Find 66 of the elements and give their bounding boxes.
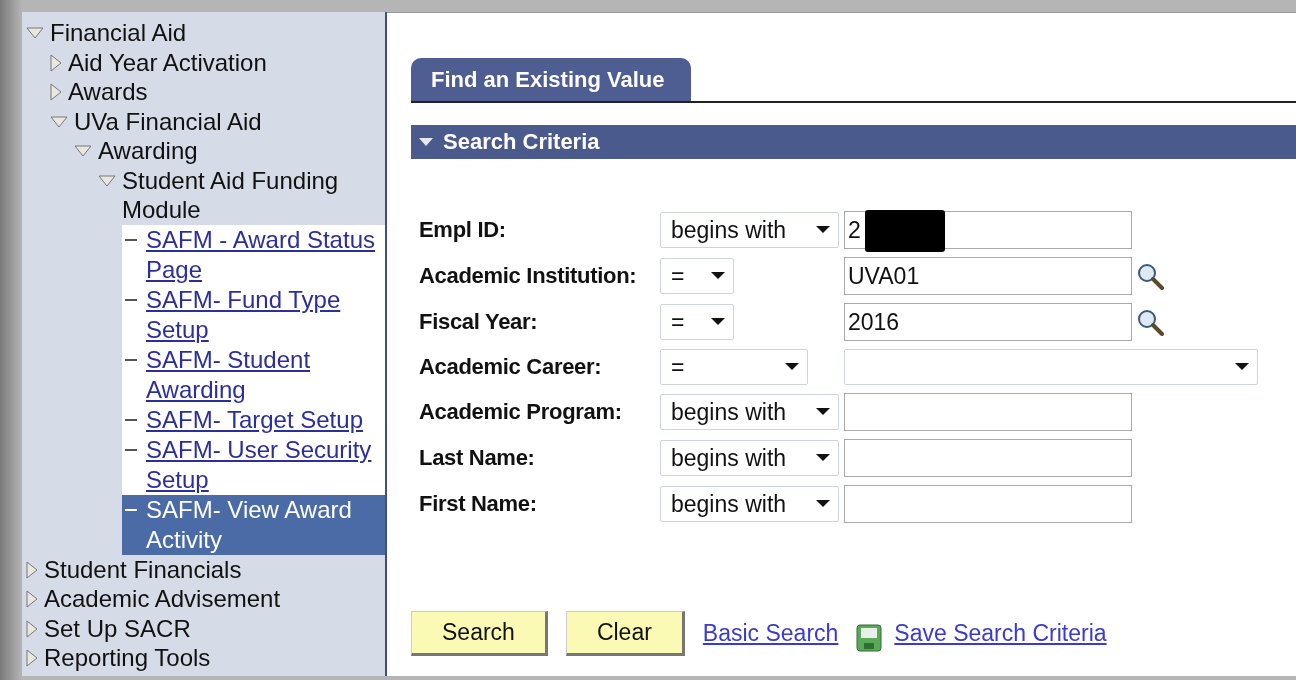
caret-icon xyxy=(816,226,830,234)
field-label: Academic Career: xyxy=(418,354,603,380)
section-title: Search Criteria xyxy=(443,129,600,155)
save-icon[interactable] xyxy=(856,623,883,652)
expanded-triangle-icon[interactable] xyxy=(98,174,116,187)
field-label: Academic Program: xyxy=(418,399,623,425)
operator-select[interactable]: begins with xyxy=(660,486,839,522)
tree-item[interactable]: Set Up SACR xyxy=(44,613,191,643)
operator-select[interactable]: = xyxy=(660,349,808,385)
expanded-triangle-icon[interactable] xyxy=(74,145,92,157)
tree-item[interactable]: Academic Advisement xyxy=(44,584,281,614)
expanded-triangle-icon[interactable] xyxy=(26,27,44,39)
nav-link[interactable]: SAFM- Target Setup xyxy=(146,404,363,435)
search-icon[interactable] xyxy=(1136,262,1164,290)
action-button[interactable]: Clear xyxy=(565,611,685,656)
caret-icon xyxy=(785,363,799,371)
tree-item[interactable]: Awarding xyxy=(98,136,198,166)
tree-item[interactable]: Student Aid Funding Module xyxy=(122,165,385,225)
input-field[interactable]: 2016 xyxy=(844,303,1132,341)
input-field[interactable]: UVA01 xyxy=(844,257,1132,295)
caret-icon xyxy=(816,500,830,508)
nav-link-row[interactable]: SAFM- Target Setup xyxy=(122,404,385,435)
field-label: Fiscal Year: xyxy=(418,309,539,335)
tree-item[interactable]: UVa Financial Aid xyxy=(74,106,262,136)
dash-icon xyxy=(125,448,137,451)
field-label: Empl ID: xyxy=(418,217,507,243)
caret-icon xyxy=(816,454,830,462)
operator-select[interactable]: = xyxy=(660,304,734,340)
caret-icon xyxy=(816,408,830,416)
search-link[interactable]: Save Search Criteria xyxy=(894,620,1107,647)
operator-select[interactable]: begins with xyxy=(660,212,839,248)
input-field[interactable] xyxy=(844,439,1132,477)
collapsed-triangle-icon[interactable] xyxy=(26,590,38,608)
tree-item[interactable]: Student Financials xyxy=(44,554,242,584)
field-label: Academic Institution: xyxy=(418,263,638,289)
collapsed-triangle-icon[interactable] xyxy=(50,83,62,101)
caret-icon xyxy=(711,272,725,280)
tree-item[interactable]: Financial Aid xyxy=(50,18,187,48)
search-link[interactable]: Basic Search xyxy=(702,620,839,647)
tree-item[interactable]: Reporting Tools xyxy=(44,643,211,673)
dash-icon xyxy=(125,298,137,301)
action-button[interactable]: Search xyxy=(411,611,548,656)
search-icon[interactable] xyxy=(1136,308,1164,336)
input-field[interactable] xyxy=(844,393,1132,431)
input-field[interactable] xyxy=(844,485,1132,523)
tree-item[interactable]: Aid Year Activation xyxy=(68,47,267,77)
field-label: Last Name: xyxy=(418,445,536,471)
dash-icon xyxy=(125,418,137,421)
caret-icon xyxy=(1235,363,1249,371)
field-label: First Name: xyxy=(418,491,538,517)
caret-icon xyxy=(711,318,725,326)
collapsed-triangle-icon[interactable] xyxy=(26,560,38,579)
tree-item[interactable]: Awards xyxy=(68,77,148,107)
operator-select[interactable]: = xyxy=(660,258,734,294)
operator-select[interactable]: begins with xyxy=(660,440,839,476)
collapsed-triangle-icon[interactable] xyxy=(50,53,62,72)
collapsed-triangle-icon[interactable] xyxy=(26,649,38,667)
operator-select[interactable]: begins with xyxy=(660,394,839,430)
tab[interactable]: Find an Existing Value xyxy=(411,58,691,101)
collapse-triangle-icon[interactable] xyxy=(419,137,433,147)
dash-icon xyxy=(125,238,137,241)
collapsed-triangle-icon[interactable] xyxy=(26,619,38,638)
input-field[interactable]: 2 xyxy=(844,211,1132,249)
dash-icon xyxy=(125,358,137,361)
expanded-triangle-icon[interactable] xyxy=(50,115,68,128)
dash-icon xyxy=(125,508,137,511)
